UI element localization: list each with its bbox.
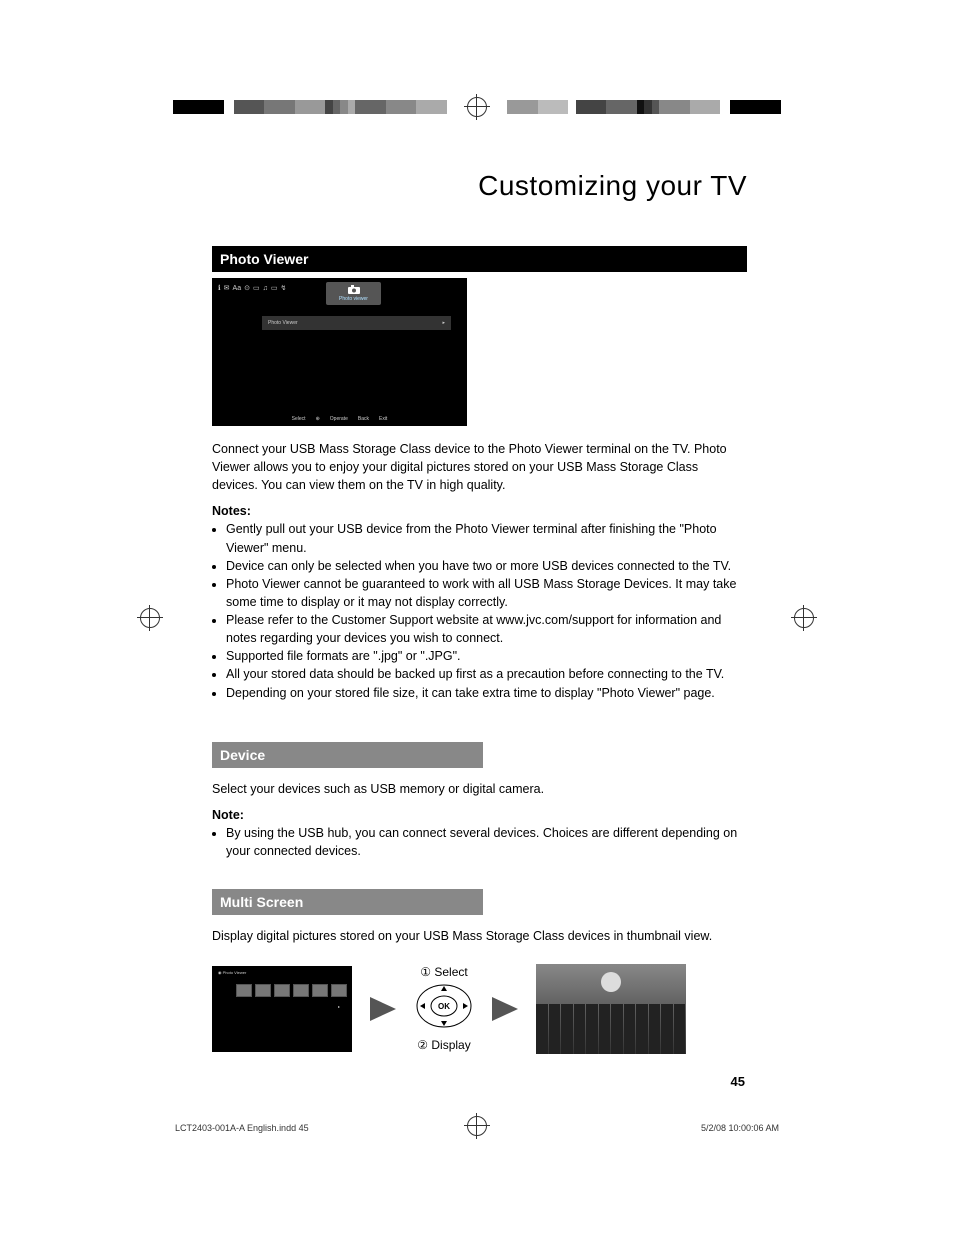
footer-filename: LCT2403-001A-A English.indd 45	[175, 1123, 309, 1133]
note-item: Supported file formats are ".jpg" or ".J…	[226, 647, 747, 665]
arrow-right-icon	[492, 997, 518, 1021]
note-item: Please refer to the Customer Support web…	[226, 611, 747, 647]
svg-text:OK: OK	[438, 1002, 450, 1011]
registration-mark-icon	[467, 97, 487, 117]
multi-screen-text: Display digital pictures stored on your …	[212, 927, 747, 945]
arrow-right-icon	[370, 997, 396, 1021]
note-heading: Note:	[212, 808, 747, 822]
thumbnail-screen: ◉ Photo Viewer ▸	[212, 966, 352, 1052]
step-select-label: ① Select	[414, 965, 474, 979]
registration-mark-icon	[794, 608, 814, 628]
page-title: Customizing your TV	[212, 170, 747, 202]
section-heading-multi-screen: Multi Screen	[212, 889, 483, 915]
multi-screen-diagram: ◉ Photo Viewer ▸ ① Select OK ②	[212, 963, 747, 1054]
footer-timestamp: 5/2/08 10:00:06 AM	[701, 1123, 779, 1133]
note-item: Gently pull out your USB device from the…	[226, 520, 747, 556]
result-photo	[536, 964, 686, 1054]
registration-mark-icon	[140, 608, 160, 628]
footer: LCT2403-001A-A English.indd 45 5/2/08 10…	[175, 1123, 779, 1133]
ok-dpad-icon: OK	[414, 981, 474, 1031]
menu-bottom-hints: Select ⊕ Operate Back Exit	[212, 416, 467, 422]
camera-icon	[347, 285, 361, 295]
photo-viewer-intro: Connect your USB Mass Storage Class devi…	[212, 440, 747, 494]
remote-ok-button-diagram: ① Select OK ② Display	[414, 963, 474, 1054]
device-text: Select your devices such as USB memory o…	[212, 780, 747, 798]
note-item: Depending on your stored file size, it c…	[226, 684, 747, 702]
section-heading-photo-viewer: Photo Viewer	[212, 246, 747, 272]
section-heading-device: Device	[212, 742, 483, 768]
menu-row: Photo Viewer ▸	[262, 316, 451, 330]
menu-active-tab: Photo viewer	[326, 282, 381, 305]
note-item: Photo Viewer cannot be guaranteed to wor…	[226, 575, 747, 611]
device-notes: By using the USB hub, you can connect se…	[212, 824, 747, 860]
menu-tab-label: Photo viewer	[326, 296, 381, 302]
note-item: By using the USB hub, you can connect se…	[226, 824, 747, 860]
page-number: 45	[212, 1074, 747, 1089]
notes-heading: Notes:	[212, 504, 747, 518]
menu-top-icons: ℹ✉Aa⊙▭♫▭↯	[218, 284, 286, 292]
photo-viewer-notes: Gently pull out your USB device from the…	[212, 520, 747, 701]
step-display-label: ② Display	[414, 1038, 474, 1052]
note-item: Device can only be selected when you hav…	[226, 557, 747, 575]
note-item: All your stored data should be backed up…	[226, 665, 747, 683]
tv-menu-screenshot: ℹ✉Aa⊙▭♫▭↯ Photo viewer Photo Viewer ▸ Se…	[212, 278, 467, 426]
